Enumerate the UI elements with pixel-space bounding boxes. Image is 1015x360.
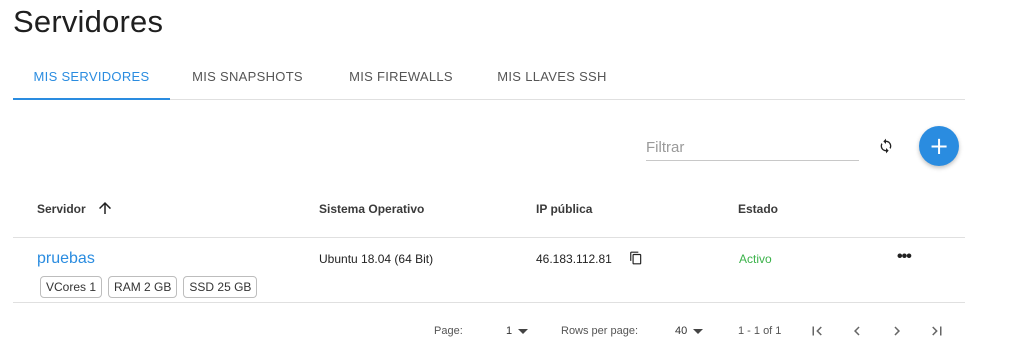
chevron-down-icon [518,328,529,334]
page-title: Servidores [13,4,164,39]
server-name-link[interactable]: pruebas [37,250,95,268]
page-label: Page: [434,325,463,337]
next-page-icon[interactable] [888,322,906,340]
tab-mis-firewalls[interactable]: MIS FIREWALLS [325,58,477,100]
spec-chip-vcores: VCores 1 [40,276,103,298]
spec-chip-ssd: SSD 25 GB [183,276,258,298]
refresh-button[interactable] [873,133,899,159]
add-server-button[interactable]: + [919,126,959,166]
rows-per-page-label: Rows per page: [561,325,639,337]
ip-cell: 46.183.112.81 [536,252,612,266]
column-header-os: Sistema Operativo [319,202,425,216]
os-cell: Ubuntu 18.04 (64 Bit) [319,252,434,266]
column-header-ip: IP pública [536,202,593,216]
spec-chip-ram: RAM 2 GB [108,276,178,298]
page-select-value: 1 [506,325,513,337]
refresh-icon [880,138,892,154]
previous-page-icon[interactable] [848,322,866,340]
tab-mis-llaves-ssh[interactable]: MIS LLAVES SSH [477,58,627,100]
table-bottom-divider [13,302,965,303]
rows-per-page-value: 40 [675,325,688,337]
server-specs: VCores 1 RAM 2 GB SSD 25 GB [40,276,258,298]
status-badge: Activo [739,252,772,266]
last-page-icon[interactable] [928,322,946,340]
tab-mis-servidores[interactable]: MIS SERVIDORES [13,58,170,100]
chevron-down-icon [693,328,704,334]
column-header-status: Estado [738,202,779,216]
rows-per-page-select[interactable]: 40 [675,325,704,337]
more-actions-button[interactable]: ••• [897,249,917,266]
arrow-up-icon[interactable] [96,199,114,217]
filter-input[interactable] [646,134,859,161]
page-select[interactable]: 1 [506,325,529,337]
tab-mis-snapshots[interactable]: MIS SNAPSHOTS [170,58,325,100]
table-row-divider [13,237,965,238]
plus-icon: + [928,132,950,160]
first-page-icon[interactable] [808,322,826,340]
tab-bar: MIS SERVIDORES MIS SNAPSHOTS MIS FIREWAL… [13,58,965,100]
copy-icon[interactable] [629,250,643,266]
pagination-range: 1 - 1 of 1 [738,325,782,337]
column-header-server[interactable]: Servidor [37,202,86,216]
